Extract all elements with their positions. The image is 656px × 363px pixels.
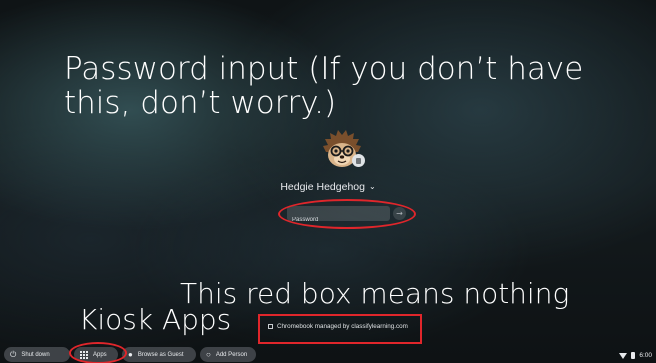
status-tray[interactable]: 6:00	[619, 350, 652, 361]
power-icon: ⏻	[10, 349, 17, 359]
password-submit-button[interactable]: →	[393, 207, 406, 220]
chevron-down-icon: ⌄	[368, 182, 376, 191]
password-field-container	[287, 206, 390, 228]
arrow-right-icon: →	[396, 209, 403, 218]
apps-label: Apps	[93, 351, 107, 358]
guest-person-icon: ●	[128, 349, 133, 359]
managed-notice: Chromebook managed by classifylearning.c…	[268, 323, 408, 330]
login-shelf: ⏻ Shut down Apps ● Browse as Guest ○ Add…	[0, 347, 656, 363]
shut-down-label: Shut down	[21, 351, 50, 358]
add-person-button[interactable]: ○ Add Person	[200, 347, 256, 362]
managed-notice-text: Chromebook managed by classifylearning.c…	[277, 323, 408, 330]
add-person-icon: ○	[206, 349, 211, 359]
browse-as-guest-button[interactable]: ● Browse as Guest	[122, 347, 196, 362]
battery-icon	[631, 352, 636, 359]
annotation-password-note: Password input (If you don’t have this, …	[64, 51, 584, 122]
apps-grid-icon	[80, 350, 88, 359]
user-name-dropdown[interactable]: Hedgie Hedgehog ⌄	[0, 181, 656, 193]
clock-time: 6:00	[639, 352, 652, 359]
wifi-icon	[619, 352, 628, 359]
add-person-label: Add Person	[215, 351, 248, 358]
apps-button[interactable]: Apps	[74, 347, 118, 362]
annotation-red-box-note: This red box means nothing	[180, 277, 570, 310]
managed-building-icon	[352, 154, 365, 167]
user-name-label: Hedgie Hedgehog	[280, 181, 365, 193]
shut-down-button[interactable]: ⏻ Shut down	[4, 347, 70, 362]
building-icon	[268, 324, 273, 329]
browse-as-guest-label: Browse as Guest	[137, 351, 184, 358]
annotation-kiosk-note: Kiosk Apps	[79, 303, 232, 336]
password-input[interactable]	[287, 212, 390, 228]
